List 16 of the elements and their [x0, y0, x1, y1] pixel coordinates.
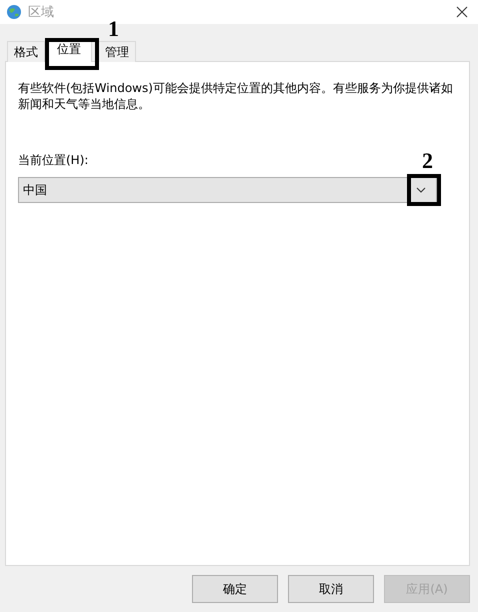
- window-title: 区域: [28, 4, 55, 21]
- tab[interactable]: 管理: [98, 41, 136, 62]
- annotation-number: 2: [422, 151, 433, 171]
- globe-icon: [6, 4, 22, 20]
- annotation-frame: [407, 174, 441, 206]
- field-label: 当前位置(H):: [18, 152, 88, 169]
- description-text: 有些软件(包括Windows)可能会提供特定位置的其他内容。有些服务为你提供诸如新闻和天气等当地信息。: [18, 80, 454, 112]
- annotation-number: 1: [108, 19, 119, 39]
- chevron-down-icon: [416, 187, 426, 193]
- close-icon[interactable]: [456, 6, 468, 18]
- dialog-button[interactable]: 取消: [288, 575, 374, 603]
- tab[interactable]: 格式: [7, 41, 45, 62]
- annotation-frame: [45, 38, 99, 70]
- dropdown-value: 中国: [23, 182, 48, 198]
- location-dropdown[interactable]: 中国: [18, 177, 437, 203]
- dialog-button[interactable]: 确定: [192, 575, 278, 603]
